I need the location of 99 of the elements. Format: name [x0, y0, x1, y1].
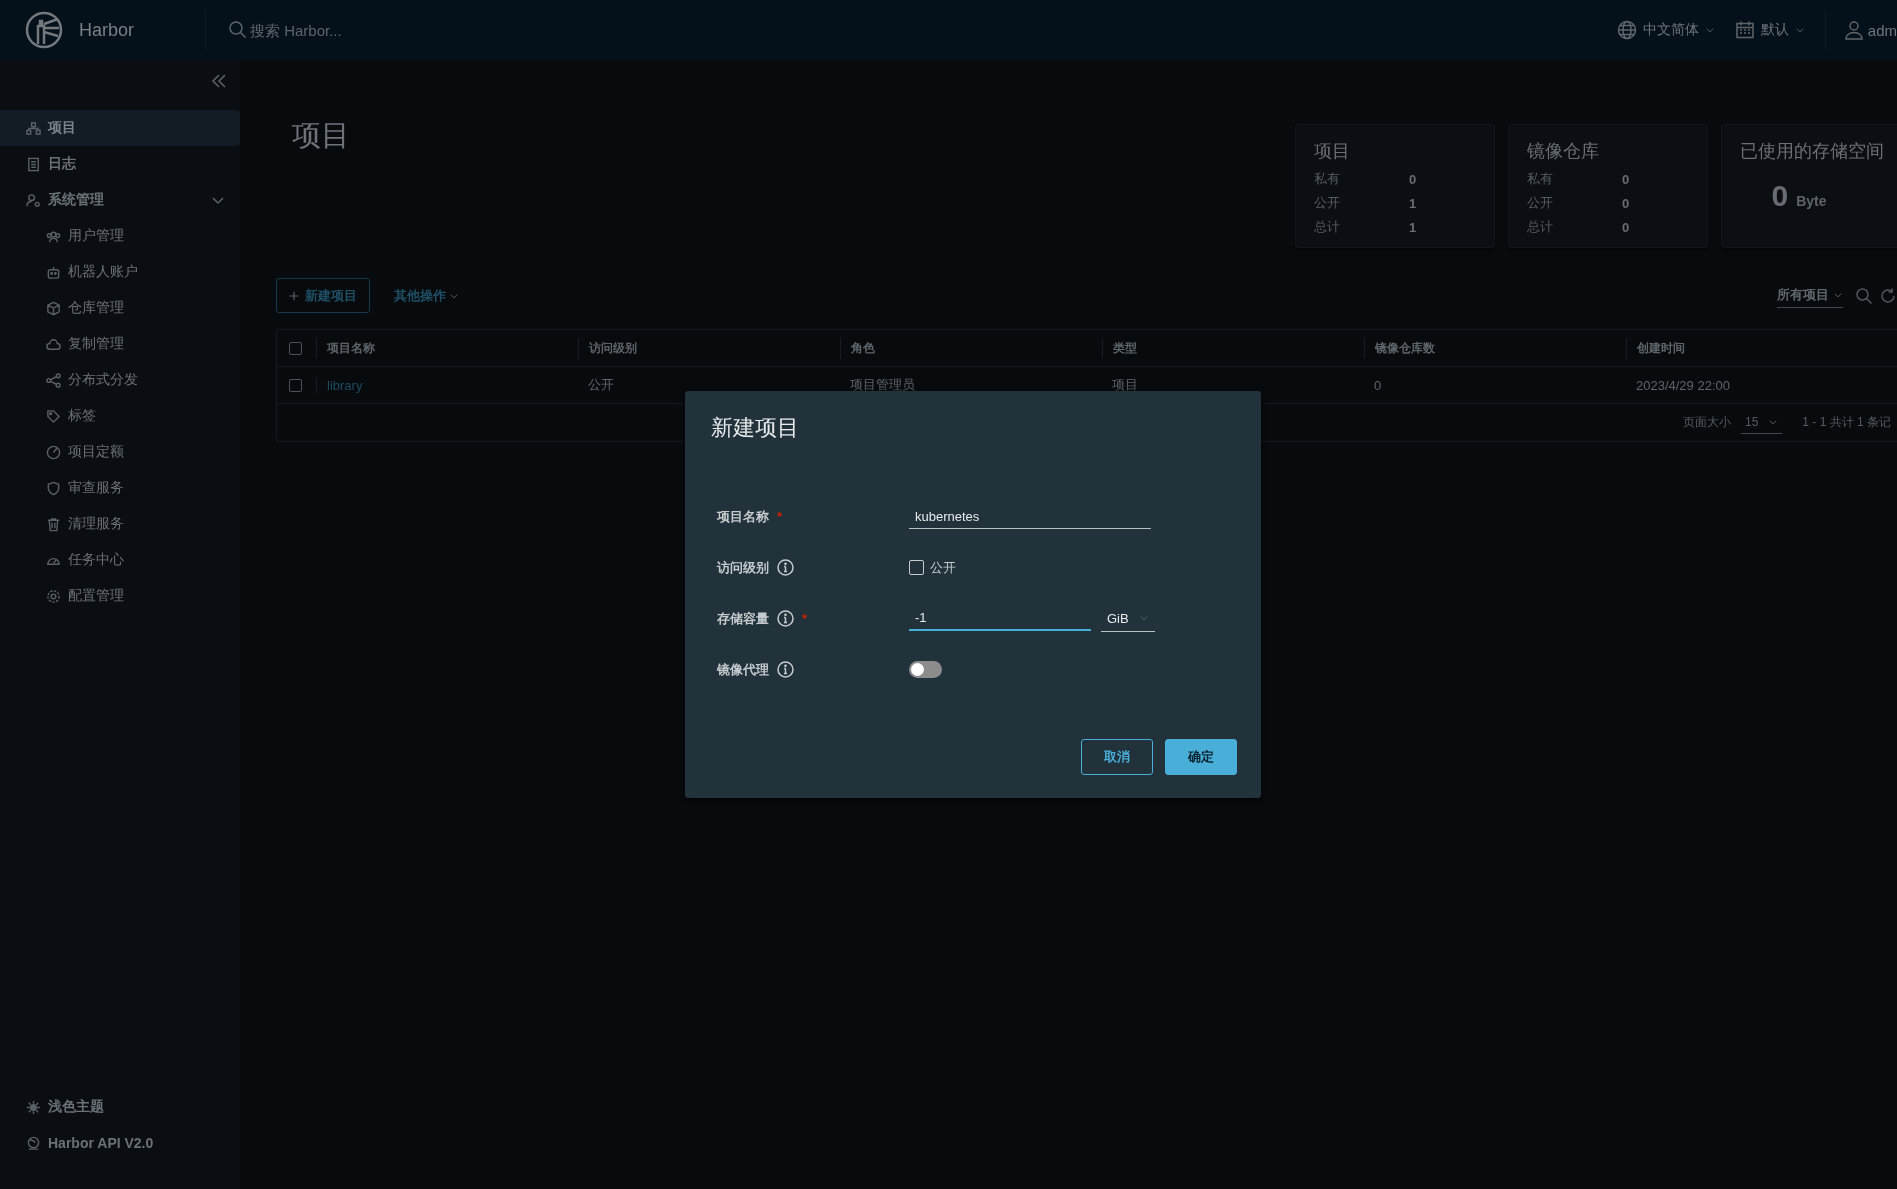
sidebar-link[interactable]: Harbor API V2.0	[0, 1125, 240, 1161]
search-field[interactable]: 搜索 Harbor...	[250, 21, 450, 39]
sidebar-item[interactable]: 日志	[0, 146, 240, 182]
sidebar-item[interactable]: 分布式分发	[0, 362, 240, 398]
storage-unit: Byte	[1796, 193, 1827, 209]
checkbox-label: 公开	[930, 558, 956, 577]
column-header[interactable]: 镜像仓库数	[1364, 337, 1626, 359]
hierarchy-icon	[26, 120, 41, 136]
stat-label: 总计	[1314, 218, 1341, 236]
share-icon	[46, 372, 61, 388]
user-icon	[1843, 20, 1864, 40]
toggle-switch[interactable]	[909, 661, 942, 678]
collapse-icon	[210, 72, 228, 90]
project-filter[interactable]: 所有项目	[1777, 283, 1843, 308]
sidebar-item[interactable]: 系统管理	[0, 182, 240, 218]
caret-icon	[1138, 613, 1149, 623]
cloud-icon	[46, 336, 61, 352]
column-header[interactable]: 项目名称	[316, 337, 578, 359]
page-size-label: 页面大小	[1682, 414, 1731, 431]
trash-icon	[46, 516, 61, 532]
confirm-button[interactable]: 确定	[1165, 739, 1237, 775]
project-link[interactable]: library	[327, 377, 363, 393]
search-icon[interactable]	[1855, 286, 1873, 305]
column-header[interactable]: 创建时间	[1626, 337, 1888, 359]
stat-label: 私有	[1527, 170, 1554, 188]
plus-icon	[289, 290, 299, 301]
stat-value: 0	[1622, 171, 1630, 187]
logo-icon	[24, 10, 64, 50]
stat-value: 1	[1409, 219, 1417, 235]
user-menu[interactable]: adm	[1843, 20, 1897, 40]
sidebar-item[interactable]: 标签	[0, 398, 240, 434]
dialog-title: 新建项目	[711, 414, 800, 442]
unit-select[interactable]: GiB	[1101, 605, 1155, 632]
caret-icon	[1704, 25, 1715, 35]
sidebar-link[interactable]: 浅色主题	[0, 1089, 240, 1125]
stat-label: 私有	[1314, 170, 1341, 188]
language-menu[interactable]: 中文简体	[1616, 20, 1715, 40]
input-field[interactable]: kubernetes	[909, 504, 1151, 529]
gear-icon	[46, 588, 61, 604]
product-name: Harbor	[79, 19, 136, 41]
stat-label: 总计	[1527, 218, 1554, 236]
sidebar-item[interactable]: 机器人账户	[0, 254, 240, 290]
sidebar-item[interactable]: 项目	[0, 110, 240, 146]
stat-value: 0	[1409, 171, 1417, 187]
card-title: 镜像仓库	[1527, 140, 1600, 163]
gauge-icon	[46, 444, 61, 460]
calendar-icon	[1734, 20, 1755, 40]
stat-label: 公开	[1314, 194, 1341, 212]
sidebar-item[interactable]: 仓库管理	[0, 290, 240, 326]
page-size-select[interactable]: 15	[1740, 411, 1783, 434]
stat-label: 公开	[1527, 194, 1554, 212]
new-project-button[interactable]: 新建项目	[276, 278, 370, 313]
table-cell: 公开	[588, 377, 614, 392]
sidebar-item[interactable]: 复制管理	[0, 326, 240, 362]
cube-icon	[46, 300, 61, 316]
table-cell: 0	[1374, 377, 1382, 393]
field-label: 镜像代理	[717, 660, 769, 679]
stat-value: 0	[1622, 219, 1630, 235]
required-mark: *	[802, 611, 808, 626]
stat-value: 1	[1409, 195, 1417, 211]
required-mark: *	[777, 509, 783, 524]
row-checkbox[interactable]	[289, 378, 302, 392]
page-title: 项目	[292, 118, 351, 153]
search-icon	[228, 20, 248, 40]
sidebar-item[interactable]: 配置管理	[0, 578, 240, 614]
caret-icon	[1794, 25, 1805, 35]
sun-icon	[26, 1099, 41, 1115]
column-header[interactable]: 访问级别	[578, 337, 840, 359]
column-header[interactable]: 类型	[1102, 337, 1364, 359]
input-field[interactable]: -1	[909, 606, 1091, 631]
robot-icon	[46, 264, 61, 280]
storage-value: 0	[1771, 179, 1789, 213]
table-cell: 项目	[1112, 377, 1138, 392]
card-title: 项目	[1314, 140, 1351, 163]
shield-icon	[46, 480, 61, 496]
document-icon	[26, 156, 41, 172]
sidebar-item[interactable]: 清理服务	[0, 506, 240, 542]
tag-icon	[46, 408, 61, 424]
sidebar-item[interactable]: 项目定额	[0, 434, 240, 470]
field-label: 项目名称	[717, 507, 769, 526]
table-cell: 2023/4/29 22:00	[1636, 377, 1730, 393]
more-actions-menu[interactable]: 其他操作	[394, 286, 459, 305]
refresh-icon[interactable]	[1879, 286, 1897, 305]
select-all-checkbox[interactable]	[289, 341, 302, 355]
field-label: 访问级别	[717, 558, 769, 577]
sidebar-item[interactable]: 任务中心	[0, 542, 240, 578]
caret-icon	[1833, 290, 1843, 300]
pagination-summary: 1 - 1 共计 1 条记	[1802, 414, 1891, 431]
table-cell: 项目管理员	[850, 377, 915, 392]
cancel-button[interactable]: 取消	[1081, 739, 1153, 775]
column-header[interactable]: 角色	[840, 337, 1102, 359]
theme-menu[interactable]: 默认	[1734, 20, 1805, 40]
card-title: 已使用的存储空间	[1740, 140, 1885, 163]
field-label: 存储容量	[717, 609, 769, 628]
checkbox[interactable]	[909, 560, 924, 575]
caret-icon	[1768, 417, 1779, 427]
sidebar-item[interactable]: 审查服务	[0, 470, 240, 506]
sidebar-item[interactable]: 用户管理	[0, 218, 240, 254]
stat-value: 0	[1622, 195, 1630, 211]
